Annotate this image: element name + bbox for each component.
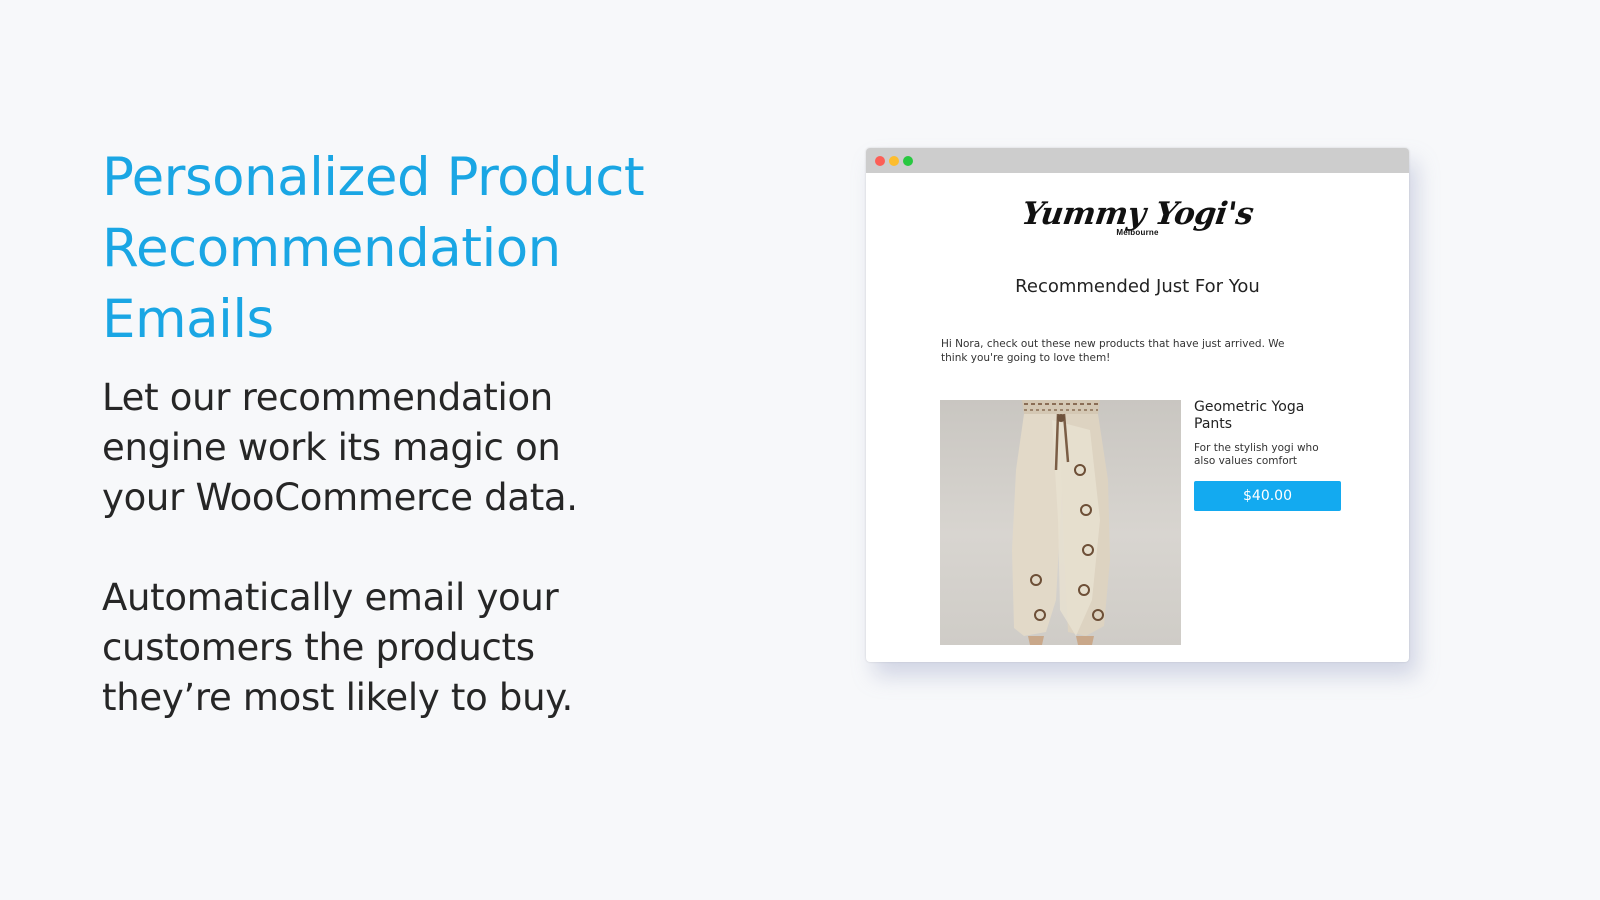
title-line: Recommendation — [102, 218, 561, 279]
close-dot-icon — [875, 156, 885, 166]
product-name[interactable]: Geometric Yoga Pants — [1194, 399, 1354, 433]
copy-line: your WooCommerce data. — [102, 476, 578, 519]
copy-line: engine work its magic on — [102, 426, 561, 469]
copy-line: Automatically email your — [102, 576, 559, 619]
product-desc-line: also values comfort — [1194, 455, 1298, 467]
browser-window-mockup: Yummy Yogi's Melbourne Recommended Just … — [866, 148, 1409, 662]
brand-logo: Yummy Yogi's Melbourne — [866, 196, 1409, 237]
yoga-pants-illustration — [1012, 400, 1110, 645]
intro-line: Hi Nora, check out these new products th… — [941, 338, 1285, 350]
maximize-dot-icon — [903, 156, 913, 166]
minimize-dot-icon — [889, 156, 899, 166]
product-description: For the stylish yogi who also values com… — [1194, 442, 1354, 468]
description-paragraph-2: Automatically email your customers the p… — [102, 573, 742, 723]
product-details: Geometric Yoga Pants For the stylish yog… — [1194, 399, 1354, 511]
page-title: Personalized Product Recommendation Emai… — [102, 142, 742, 355]
browser-titlebar — [866, 148, 1409, 173]
copy-line: Let our recommendation — [102, 376, 553, 419]
title-line: Personalized Product — [102, 147, 645, 208]
product-image[interactable] — [940, 400, 1181, 645]
intro-line: think you're going to love them! — [941, 352, 1111, 364]
product-name-line: Pants — [1194, 416, 1233, 432]
product-name-line: Geometric Yoga — [1194, 399, 1305, 415]
email-intro-text: Hi Nora, check out these new products th… — [941, 337, 1321, 365]
price-button[interactable]: $40.00 — [1194, 481, 1341, 511]
product-desc-line: For the stylish yogi who — [1194, 442, 1319, 454]
logo-wordmark: Yummy Yogi's — [1019, 196, 1256, 232]
email-heading: Recommended Just For You — [1015, 276, 1260, 297]
title-line: Emails — [102, 289, 274, 350]
copy-line: they’re most likely to buy. — [102, 676, 574, 719]
marketing-copy: Personalized Product Recommendation Emai… — [102, 142, 742, 723]
copy-line: customers the products — [102, 626, 535, 669]
description-paragraph-1: Let our recommendation engine work its m… — [102, 373, 742, 523]
